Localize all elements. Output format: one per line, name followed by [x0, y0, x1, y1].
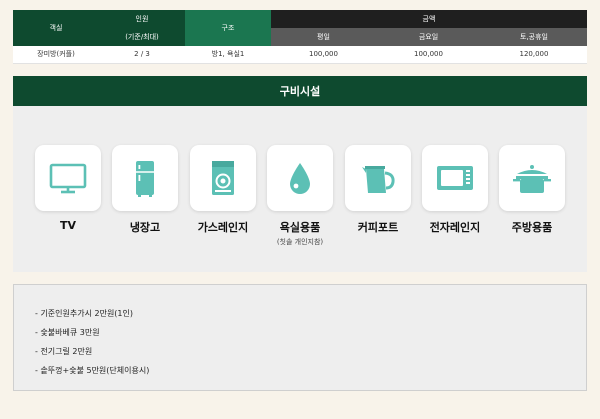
header-structure: 구조	[185, 10, 271, 46]
list-item: 전기그릴 2만원	[35, 345, 149, 359]
kettle-icon	[362, 166, 395, 193]
header-capacity-sub: (기준/최대)	[99, 28, 185, 46]
facility-item: 냉장고	[112, 145, 178, 235]
list-item: 기준인원추가시 2만원(1인)	[35, 307, 149, 321]
facility-item: 전자레인지	[422, 145, 488, 235]
pot-icon	[513, 165, 551, 193]
facility-label: 가스레인지	[197, 221, 249, 234]
cell-structure: 방1, 욕실1	[185, 46, 271, 64]
notes-list: 기준인원추가시 2만원(1인) 숯불바베큐 3만원 전기그릴 2만원 솥뚜껑+숯…	[35, 307, 149, 383]
facility-card-kettle	[345, 145, 411, 211]
tv-icon	[49, 163, 87, 194]
facility-label: 전자레인지	[429, 221, 481, 234]
header-friday: 금요일	[376, 28, 481, 46]
gas-stove-icon	[212, 161, 234, 195]
facility-item: 욕실용품 (칫솔 개인지참)	[267, 145, 333, 247]
rate-table: 객실 인원 구조 금액 (기준/최대) 평일 금요일 토,공휴일 장미방(커플)…	[13, 10, 587, 64]
cell-weekend: 120,000	[481, 46, 587, 64]
header-weekend: 토,공휴일	[481, 28, 587, 46]
facilities-title: 구비시설	[13, 76, 587, 106]
microwave-icon	[437, 166, 473, 190]
cell-room: 장미방(커플)	[13, 46, 99, 64]
facility-card-microwave	[422, 145, 488, 211]
facility-card-tv	[35, 145, 101, 211]
cell-capacity: 2 / 3	[99, 46, 185, 64]
header-capacity: 인원	[99, 10, 185, 28]
facility-sub-label: (칫솔 개인지참)	[276, 238, 324, 246]
table-row: 장미방(커플) 2 / 3 방1, 욕실1 100,000 100,000 12…	[13, 46, 587, 64]
notes-panel: 기준인원추가시 2만원(1인) 숯불바베큐 3만원 전기그릴 2만원 솥뚜껑+숯…	[13, 284, 587, 391]
facility-label: 주방용품	[511, 221, 553, 234]
refrigerator-icon	[136, 161, 154, 197]
list-item: 솥뚜껑+숯불 5만원(단체이용시)	[35, 364, 149, 378]
list-item: 숯불바베큐 3만원	[35, 326, 149, 340]
cell-weekday: 100,000	[271, 46, 376, 64]
facilities-panel: TV 냉장고 가스레인지 욕실용품 (칫솔 개인지참) 커피포트 전자레인지 주…	[13, 106, 587, 272]
facility-label: 냉장고	[129, 221, 161, 234]
facilities-list: TV 냉장고 가스레인지 욕실용품 (칫솔 개인지참) 커피포트 전자레인지 주…	[35, 145, 565, 255]
facility-label: 욕실용품	[279, 221, 321, 234]
facility-card-bathroom-supplies	[267, 145, 333, 211]
header-weekday: 평일	[271, 28, 376, 46]
facility-card-gas-stove	[190, 145, 256, 211]
cell-friday: 100,000	[376, 46, 481, 64]
facility-card-refrigerator	[112, 145, 178, 211]
facility-item: 커피포트	[345, 145, 411, 235]
facility-item: 주방용품	[499, 145, 565, 235]
water-drop-icon	[290, 163, 310, 194]
facility-item: 가스레인지	[190, 145, 256, 235]
facility-item: TV	[35, 145, 101, 232]
facility-label: TV	[59, 219, 77, 232]
facility-card-kitchenware	[499, 145, 565, 211]
header-room: 객실	[13, 10, 99, 46]
header-price: 금액	[271, 10, 587, 28]
facility-label: 커피포트	[357, 221, 399, 234]
